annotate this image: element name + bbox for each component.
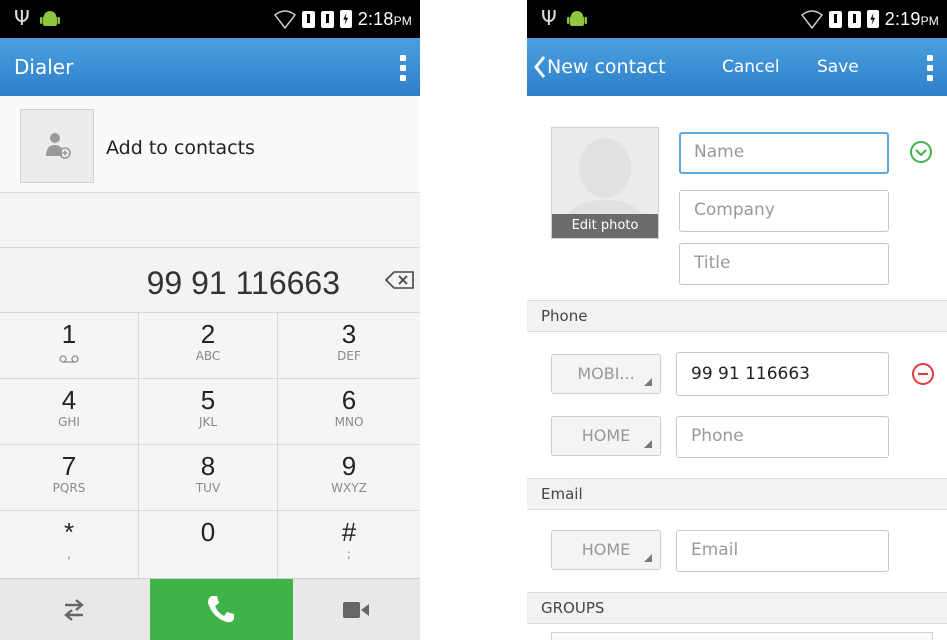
- usb-icon: Ψ: [14, 6, 30, 30]
- voicemail-icon: [59, 355, 79, 363]
- add-contact-icon: [20, 109, 94, 183]
- swap-icon: [64, 599, 84, 621]
- email-type-select[interactable]: HOME: [551, 530, 661, 570]
- key-hash[interactable]: #;: [278, 511, 420, 578]
- back-chevron-icon[interactable]: [533, 53, 547, 81]
- save-button[interactable]: Save: [817, 38, 859, 96]
- cancel-button[interactable]: Cancel: [722, 38, 780, 96]
- sim-icon: [847, 10, 861, 28]
- email-section-header: Email: [527, 478, 947, 510]
- status-bar: Ψ 2:18PM: [0, 0, 420, 38]
- sim-icon: [320, 10, 334, 28]
- status-bar: Ψ 2:19PM: [527, 0, 947, 38]
- add-to-contacts-label: Add to contacts: [106, 137, 255, 159]
- key-7[interactable]: 7 PQRS: [0, 445, 139, 511]
- status-icons: 2:18PM: [273, 7, 412, 31]
- key-8[interactable]: 8 TUV: [139, 445, 278, 511]
- wifi-icon: [800, 10, 823, 29]
- key-2[interactable]: 2 ABC: [139, 313, 278, 379]
- dropdown-triangle-icon: [644, 440, 652, 448]
- email-type-label: HOME: [581, 540, 631, 559]
- dropdown-triangle-icon: [644, 378, 652, 386]
- sim-icon: [828, 10, 842, 28]
- key-0[interactable]: 0: [139, 511, 278, 578]
- suggestions-area: [0, 193, 420, 248]
- usb-icon: Ψ: [541, 6, 557, 30]
- dialer-screen: Ψ 2:18PM Dialer Add to contacts 99 91 11…: [0, 0, 420, 640]
- video-call-button[interactable]: [293, 579, 420, 640]
- phone-section-header: Phone: [527, 300, 947, 332]
- status-time: 2:18PM: [357, 8, 412, 29]
- action-bar: Dialer: [0, 38, 420, 96]
- title-field[interactable]: Title: [679, 243, 889, 285]
- key-9[interactable]: 9 WXYZ: [278, 445, 420, 511]
- call-icon: [208, 596, 234, 623]
- remove-phone-icon[interactable]: [911, 362, 935, 386]
- battery-icon: [866, 10, 879, 28]
- page-title: Dialer: [14, 55, 74, 79]
- edit-photo-label: Edit photo: [552, 214, 658, 238]
- android-icon: [567, 11, 587, 26]
- overflow-menu-icon[interactable]: [927, 55, 933, 81]
- key-5[interactable]: 5 JKL: [139, 379, 278, 445]
- phone-field[interactable]: Phone: [676, 416, 889, 458]
- backspace-icon[interactable]: [385, 270, 415, 290]
- video-call-icon: [343, 602, 369, 618]
- phone-type-select[interactable]: HOME: [551, 416, 661, 456]
- phone-type-label: MOBI...: [577, 364, 635, 383]
- name-field[interactable]: Name: [679, 132, 889, 174]
- phone-type-select[interactable]: MOBI...: [551, 354, 661, 394]
- phone-type-label: HOME: [581, 426, 631, 445]
- sim-icon: [301, 10, 315, 28]
- add-to-contacts-row[interactable]: Add to contacts: [0, 96, 420, 193]
- key-3[interactable]: 3 DEF: [278, 313, 420, 379]
- keypad: 1 2 ABC 3 DEF 4 GHI 5 JKL 6 MNO 7 PQRS 8 TUV 9W…: [0, 313, 420, 578]
- call-button[interactable]: [150, 579, 293, 640]
- key-1[interactable]: 1: [0, 313, 139, 379]
- email-field[interactable]: Email: [676, 530, 889, 572]
- dialer-actions: [0, 578, 420, 640]
- key-star[interactable]: *,: [0, 511, 139, 578]
- digits-display: 99 91 116663: [0, 248, 420, 313]
- contact-photo[interactable]: Edit photo: [551, 127, 659, 239]
- key-4[interactable]: 4 GHI: [0, 379, 139, 445]
- key-6[interactable]: 6 MNO: [278, 379, 420, 445]
- dialed-number: 99 91 116663: [146, 265, 340, 301]
- action-bar: New contact Cancel Save: [527, 38, 947, 96]
- status-time: 2:19PM: [884, 8, 939, 29]
- overflow-menu-icon[interactable]: [400, 55, 406, 81]
- swap-button[interactable]: [0, 579, 150, 640]
- groups-select[interactable]: [551, 632, 933, 640]
- status-icons: 2:19PM: [800, 7, 939, 31]
- page-title[interactable]: New contact: [547, 38, 666, 96]
- battery-icon: [339, 10, 352, 28]
- android-icon: [40, 11, 60, 26]
- dropdown-triangle-icon: [644, 554, 652, 562]
- phone-field[interactable]: 99 91 116663: [676, 352, 889, 396]
- new-contact-screen: Ψ 2:19PM New contact Cancel Save Edit ph…: [527, 0, 947, 640]
- company-field[interactable]: Company: [679, 190, 889, 232]
- expand-name-icon[interactable]: [909, 140, 933, 164]
- wifi-icon: [273, 10, 296, 29]
- groups-section-header: GROUPS: [527, 592, 947, 624]
